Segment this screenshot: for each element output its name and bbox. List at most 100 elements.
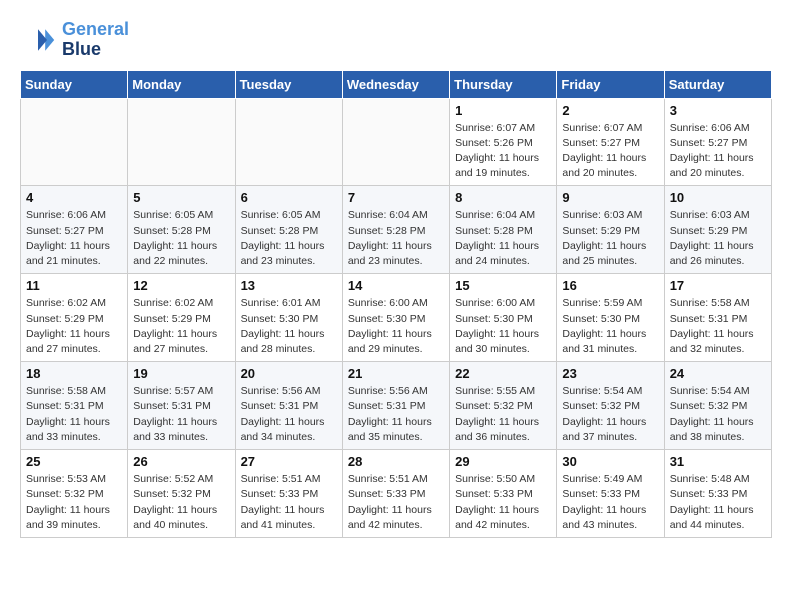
calendar-cell: 17 Sunrise: 5:58 AM Sunset: 5:31 PM Dayli… — [664, 274, 771, 362]
calendar-week-5: 25 Sunrise: 5:53 AM Sunset: 5:32 PM Dayli… — [21, 450, 772, 538]
day-info: Sunrise: 5:56 AM Sunset: 5:31 PM Dayligh… — [348, 384, 444, 445]
day-info: Sunrise: 6:07 AM Sunset: 5:27 PM Dayligh… — [562, 121, 658, 182]
day-info: Sunrise: 6:05 AM Sunset: 5:28 PM Dayligh… — [133, 208, 229, 269]
day-number: 15 — [455, 278, 551, 293]
calendar-cell: 2 Sunrise: 6:07 AM Sunset: 5:27 PM Daylig… — [557, 98, 664, 186]
day-number: 1 — [455, 103, 551, 118]
day-number: 5 — [133, 190, 229, 205]
calendar-cell: 29Sunrise: 5:50 AM Sunset: 5:33 PM Dayli… — [450, 450, 557, 538]
calendar-cell: 22 Sunrise: 5:55 AM Sunset: 5:32 PM Dayli… — [450, 362, 557, 450]
day-info: Sunrise: 5:52 AM Sunset: 5:32 PM Dayligh… — [133, 472, 229, 533]
day-number: 10 — [670, 190, 766, 205]
day-info: Sunrise: 5:59 AM Sunset: 5:30 PM Dayligh… — [562, 296, 658, 357]
day-info: Sunrise: 5:54 AM Sunset: 5:32 PM Dayligh… — [562, 384, 658, 445]
calendar-cell: 10 Sunrise: 6:03 AM Sunset: 5:29 PM Dayli… — [664, 186, 771, 274]
weekday-header-wednesday: Wednesday — [342, 70, 449, 98]
calendar-week-4: 18 Sunrise: 5:58 AM Sunset: 5:31 PM Dayli… — [21, 362, 772, 450]
calendar-cell: 6 Sunrise: 6:05 AM Sunset: 5:28 PM Daylig… — [235, 186, 342, 274]
calendar-cell: 1Sunrise: 6:07 AM Sunset: 5:26 PM Daylig… — [450, 98, 557, 186]
calendar-cell: 20 Sunrise: 5:56 AM Sunset: 5:31 PM Dayli… — [235, 362, 342, 450]
calendar-cell — [342, 98, 449, 186]
day-info: Sunrise: 6:04 AM Sunset: 5:28 PM Dayligh… — [348, 208, 444, 269]
day-number: 30 — [562, 454, 658, 469]
day-info: Sunrise: 5:48 AM Sunset: 5:33 PM Dayligh… — [670, 472, 766, 533]
day-info: Sunrise: 5:50 AM Sunset: 5:33 PM Dayligh… — [455, 472, 551, 533]
day-number: 8 — [455, 190, 551, 205]
day-info: Sunrise: 5:58 AM Sunset: 5:31 PM Dayligh… — [26, 384, 122, 445]
day-number: 24 — [670, 366, 766, 381]
day-info: Sunrise: 6:06 AM Sunset: 5:27 PM Dayligh… — [670, 121, 766, 182]
day-number: 22 — [455, 366, 551, 381]
day-info: Sunrise: 6:03 AM Sunset: 5:29 PM Dayligh… — [670, 208, 766, 269]
calendar-cell: 11 Sunrise: 6:02 AM Sunset: 5:29 PM Dayli… — [21, 274, 128, 362]
calendar-cell: 26 Sunrise: 5:52 AM Sunset: 5:32 PM Dayli… — [128, 450, 235, 538]
day-number: 11 — [26, 278, 122, 293]
day-number: 4 — [26, 190, 122, 205]
calendar-header-row: SundayMondayTuesdayWednesdayThursdayFrid… — [21, 70, 772, 98]
day-number: 18 — [26, 366, 122, 381]
day-info: Sunrise: 6:03 AM Sunset: 5:29 PM Dayligh… — [562, 208, 658, 269]
calendar-cell: 27 Sunrise: 5:51 AM Sunset: 5:33 PM Dayli… — [235, 450, 342, 538]
day-info: Sunrise: 5:57 AM Sunset: 5:31 PM Dayligh… — [133, 384, 229, 445]
day-info: Sunrise: 5:51 AM Sunset: 5:33 PM Dayligh… — [348, 472, 444, 533]
calendar-cell: 3 Sunrise: 6:06 AM Sunset: 5:27 PM Daylig… — [664, 98, 771, 186]
day-info: Sunrise: 6:04 AM Sunset: 5:28 PM Dayligh… — [455, 208, 551, 269]
calendar-week-2: 4 Sunrise: 6:06 AM Sunset: 5:27 PM Daylig… — [21, 186, 772, 274]
calendar-cell — [235, 98, 342, 186]
logo-icon — [20, 22, 56, 58]
day-info: Sunrise: 5:49 AM Sunset: 5:33 PM Dayligh… — [562, 472, 658, 533]
logo-text: General Blue — [62, 20, 129, 60]
weekday-header-sunday: Sunday — [21, 70, 128, 98]
day-number: 25 — [26, 454, 122, 469]
day-number: 14 — [348, 278, 444, 293]
day-info: Sunrise: 6:02 AM Sunset: 5:29 PM Dayligh… — [133, 296, 229, 357]
calendar-cell: 14Sunrise: 6:00 AM Sunset: 5:30 PM Dayli… — [342, 274, 449, 362]
calendar-cell: 31 Sunrise: 5:48 AM Sunset: 5:33 PM Dayli… — [664, 450, 771, 538]
day-info: Sunrise: 5:54 AM Sunset: 5:32 PM Dayligh… — [670, 384, 766, 445]
calendar-cell: 30 Sunrise: 5:49 AM Sunset: 5:33 PM Dayli… — [557, 450, 664, 538]
calendar-cell: 25 Sunrise: 5:53 AM Sunset: 5:32 PM Dayli… — [21, 450, 128, 538]
day-number: 19 — [133, 366, 229, 381]
day-info: Sunrise: 6:02 AM Sunset: 5:29 PM Dayligh… — [26, 296, 122, 357]
day-info: Sunrise: 6:06 AM Sunset: 5:27 PM Dayligh… — [26, 208, 122, 269]
day-number: 17 — [670, 278, 766, 293]
day-number: 12 — [133, 278, 229, 293]
day-info: Sunrise: 5:58 AM Sunset: 5:31 PM Dayligh… — [670, 296, 766, 357]
calendar-cell: 21 Sunrise: 5:56 AM Sunset: 5:31 PM Dayli… — [342, 362, 449, 450]
day-info: Sunrise: 5:51 AM Sunset: 5:33 PM Dayligh… — [241, 472, 337, 533]
day-info: Sunrise: 5:56 AM Sunset: 5:31 PM Dayligh… — [241, 384, 337, 445]
day-number: 23 — [562, 366, 658, 381]
weekday-header-monday: Monday — [128, 70, 235, 98]
calendar-cell: 8 Sunrise: 6:04 AM Sunset: 5:28 PM Daylig… — [450, 186, 557, 274]
day-info: Sunrise: 5:53 AM Sunset: 5:32 PM Dayligh… — [26, 472, 122, 533]
day-number: 3 — [670, 103, 766, 118]
day-number: 21 — [348, 366, 444, 381]
calendar-cell: 19 Sunrise: 5:57 AM Sunset: 5:31 PM Dayli… — [128, 362, 235, 450]
day-number: 2 — [562, 103, 658, 118]
day-info: Sunrise: 5:55 AM Sunset: 5:32 PM Dayligh… — [455, 384, 551, 445]
day-number: 20 — [241, 366, 337, 381]
day-number: 9 — [562, 190, 658, 205]
calendar-cell: 7Sunrise: 6:04 AM Sunset: 5:28 PM Daylig… — [342, 186, 449, 274]
day-number: 6 — [241, 190, 337, 205]
weekday-header-saturday: Saturday — [664, 70, 771, 98]
weekday-header-friday: Friday — [557, 70, 664, 98]
day-number: 27 — [241, 454, 337, 469]
calendar-cell: 13Sunrise: 6:01 AM Sunset: 5:30 PM Dayli… — [235, 274, 342, 362]
day-info: Sunrise: 6:05 AM Sunset: 5:28 PM Dayligh… — [241, 208, 337, 269]
logo: General Blue — [20, 20, 129, 60]
calendar-table: SundayMondayTuesdayWednesdayThursdayFrid… — [20, 70, 772, 538]
calendar-week-3: 11 Sunrise: 6:02 AM Sunset: 5:29 PM Dayli… — [21, 274, 772, 362]
day-number: 28 — [348, 454, 444, 469]
calendar-cell — [128, 98, 235, 186]
weekday-header-tuesday: Tuesday — [235, 70, 342, 98]
day-number: 26 — [133, 454, 229, 469]
calendar-cell: 9 Sunrise: 6:03 AM Sunset: 5:29 PM Daylig… — [557, 186, 664, 274]
day-info: Sunrise: 6:01 AM Sunset: 5:30 PM Dayligh… — [241, 296, 337, 357]
calendar-cell: 28 Sunrise: 5:51 AM Sunset: 5:33 PM Dayli… — [342, 450, 449, 538]
weekday-header-thursday: Thursday — [450, 70, 557, 98]
calendar-cell: 5 Sunrise: 6:05 AM Sunset: 5:28 PM Daylig… — [128, 186, 235, 274]
day-number: 31 — [670, 454, 766, 469]
calendar-cell: 23 Sunrise: 5:54 AM Sunset: 5:32 PM Dayli… — [557, 362, 664, 450]
calendar-cell: 12 Sunrise: 6:02 AM Sunset: 5:29 PM Dayli… — [128, 274, 235, 362]
